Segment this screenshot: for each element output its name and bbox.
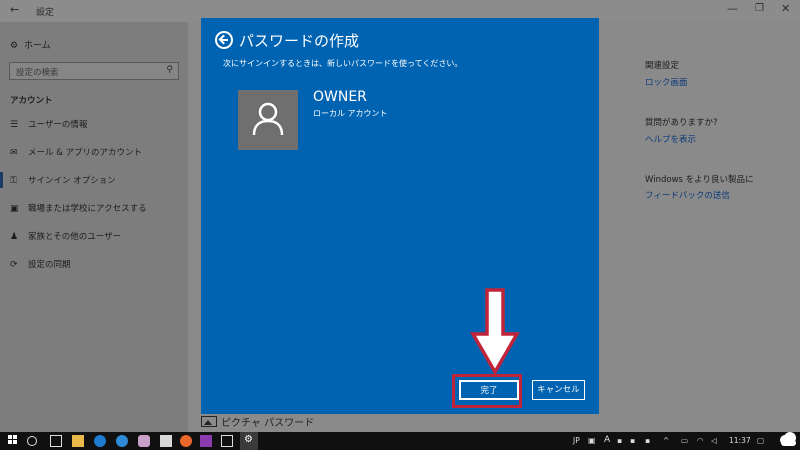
picture-icon xyxy=(201,416,217,427)
cancel-button[interactable]: キャンセル xyxy=(532,380,585,400)
improve-heading: Windows をより良い製品に xyxy=(645,175,754,185)
search-icon[interactable]: ⚲ xyxy=(166,65,173,75)
settings-sidebar: ⚙ ホーム 設定の検索 ⚲ アカウント ☰ ユーザーの情報 ✉ メール & アプリのア… xyxy=(0,22,188,432)
mail-icon: ✉ xyxy=(10,148,18,158)
tray-app-icon[interactable]: ▪ xyxy=(617,436,622,445)
sidebar-item-label: 職場または学校にアクセスする xyxy=(28,204,147,214)
gear-icon: ⚙ xyxy=(244,434,253,445)
back-arrow-icon[interactable]: ← xyxy=(10,3,19,16)
finish-button-highlight xyxy=(452,374,522,408)
user-silhouette-icon xyxy=(252,102,284,136)
account-name: OWNER xyxy=(313,89,367,105)
minimize-button[interactable]: — xyxy=(727,2,738,15)
action-center-icon[interactable]: ▢ xyxy=(757,436,764,445)
sync-icon: ⟳ xyxy=(10,260,18,270)
ime-mode-indicator[interactable]: A xyxy=(604,435,610,445)
sidebar-item-sign-in-options[interactable]: ⚿ サインイン オプション xyxy=(0,172,116,188)
app-title: 設定 xyxy=(36,8,55,18)
battery-icon[interactable]: ▭ xyxy=(681,436,688,445)
tray-app-icon[interactable]: ▪ xyxy=(630,436,635,445)
user-info-icon: ☰ xyxy=(10,120,19,130)
internet-explorer-icon[interactable] xyxy=(116,435,128,447)
lock-screen-link[interactable]: ロック画面 xyxy=(645,76,688,88)
mail-app-icon[interactable] xyxy=(221,435,233,447)
picture-password-option[interactable]: ピクチャ パスワード xyxy=(201,414,314,429)
back-circle-arrow-icon[interactable] xyxy=(215,31,233,49)
task-view-icon[interactable] xyxy=(50,435,62,447)
briefcase-icon: ▣ xyxy=(10,204,19,214)
home-nav-item[interactable]: ⚙ ホーム xyxy=(10,38,51,51)
section-title: アカウント xyxy=(10,96,53,106)
home-label: ホーム xyxy=(24,41,51,51)
gear-icon: ⚙ xyxy=(10,41,19,51)
volume-icon[interactable]: ◁ xyxy=(711,436,717,445)
cortana-search-icon[interactable] xyxy=(27,436,37,446)
create-password-dialog: パスワードの作成 次にサインインするときは、新しいパスワードを使ってください。 … xyxy=(201,18,599,414)
picture-password-label: ピクチャ パスワード xyxy=(221,418,315,429)
sidebar-item-label: サインイン オプション xyxy=(28,176,116,186)
wifi-icon[interactable]: ◠ xyxy=(697,436,704,445)
down-arrow-annotation-icon xyxy=(470,288,520,374)
onenote-icon[interactable] xyxy=(200,435,212,447)
help-link[interactable]: ヘルプを表示 xyxy=(645,133,696,145)
sidebar-item-mail-accounts[interactable]: ✉ メール & アプリのアカウント xyxy=(10,146,142,160)
sidebar-item-label: メール & アプリのアカウント xyxy=(28,148,143,158)
avatar xyxy=(238,90,298,150)
windows-start-icon[interactable] xyxy=(8,435,19,447)
settings-taskbar-button[interactable]: ⚙ xyxy=(240,432,258,450)
cloud-logo-icon xyxy=(780,432,796,446)
close-button[interactable]: ✕ xyxy=(781,2,790,15)
dialog-description: 次にサインインするときは、新しいパスワードを使ってください。 xyxy=(223,59,463,68)
question-heading: 質問がありますか? xyxy=(645,118,718,128)
taskbar: ⚙ JP ▣ A ▪ ▪ ▪ ^ ▭ ◠ ◁ 11:37 ▢ xyxy=(0,432,800,450)
search-placeholder: 設定の検索 xyxy=(16,68,59,78)
dialog-title: パスワードの作成 xyxy=(239,32,360,50)
sidebar-item-family[interactable]: ♟ 家族とその他のユーザー xyxy=(10,230,121,244)
sidebar-item-user-info[interactable]: ☰ ユーザーの情報 xyxy=(10,118,87,132)
related-settings-heading: 関連設定 xyxy=(645,61,680,71)
notepad-icon[interactable] xyxy=(160,435,172,447)
edge-browser-icon[interactable] xyxy=(94,435,106,447)
sidebar-item-label: ユーザーの情報 xyxy=(28,120,88,130)
input-language-indicator[interactable]: JP xyxy=(573,436,580,445)
sidebar-item-sync[interactable]: ⟳ 設定の同期 xyxy=(10,258,71,272)
firefox-icon[interactable] xyxy=(180,435,192,447)
family-icon: ♟ xyxy=(10,232,19,242)
paint-app-icon[interactable] xyxy=(138,435,150,447)
maximize-button[interactable]: ❐ xyxy=(755,3,764,14)
sidebar-item-work-school[interactable]: ▣ 職場または学校にアクセスする xyxy=(10,202,147,216)
file-explorer-icon[interactable] xyxy=(72,435,84,447)
sidebar-item-label: 設定の同期 xyxy=(28,260,71,270)
feedback-link[interactable]: フィードバックの送信 xyxy=(645,189,730,201)
show-hidden-icons-icon[interactable]: ^ xyxy=(663,436,669,445)
account-type: ローカル アカウント xyxy=(313,109,388,118)
clock[interactable]: 11:37 xyxy=(729,436,751,445)
sidebar-item-label: 家族とその他のユーザー xyxy=(28,232,122,242)
key-icon: ⚿ xyxy=(10,176,17,186)
ime-icon[interactable]: ▣ xyxy=(588,436,596,445)
settings-search-input[interactable]: 設定の検索 ⚲ xyxy=(9,62,179,80)
tray-app-icon[interactable]: ▪ xyxy=(645,436,650,445)
